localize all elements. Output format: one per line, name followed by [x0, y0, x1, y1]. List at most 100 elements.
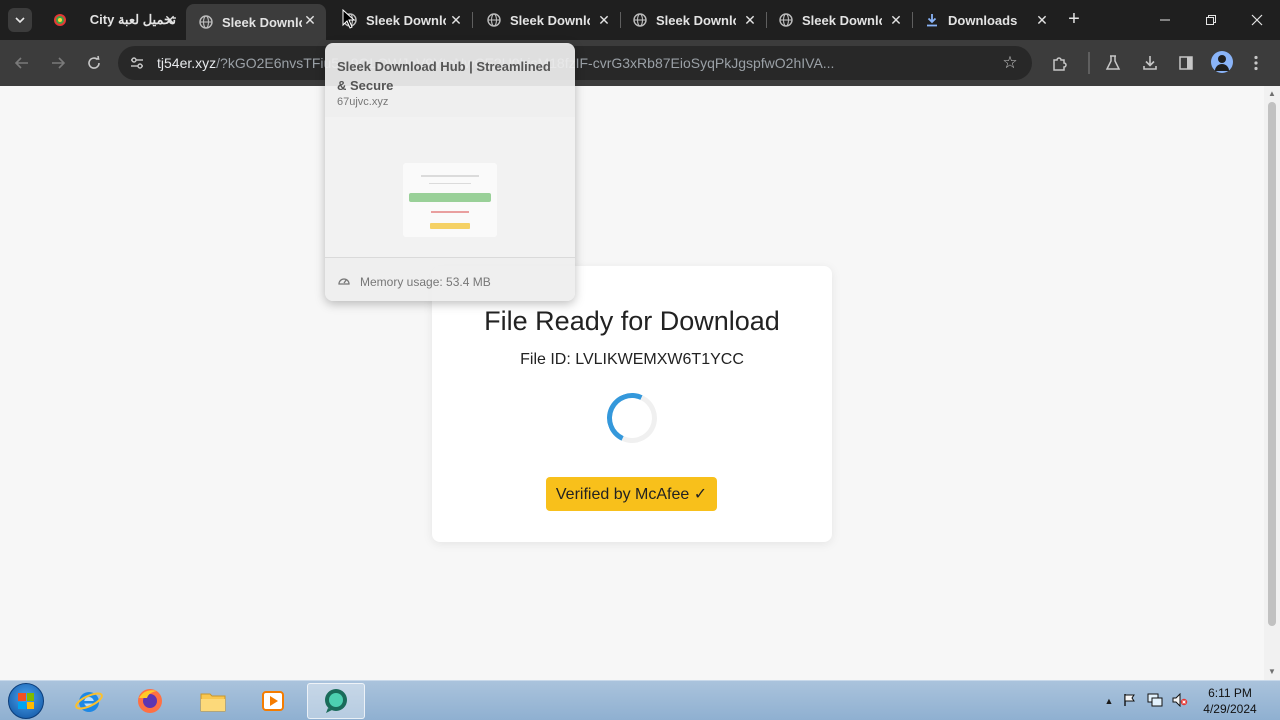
- back-button[interactable]: [10, 51, 34, 75]
- download-icon: [1143, 56, 1157, 70]
- scroll-down-arrow-icon[interactable]: ▼: [1267, 667, 1277, 677]
- tab-search-button[interactable]: [8, 8, 32, 32]
- browser-toolbar: tj54er.xyz/?kGO2E6nvsTFiu5...9QLQWJoV9Yt…: [0, 40, 1280, 86]
- arrow-left-icon: [14, 57, 28, 69]
- clock-date: 4/29/2024: [1203, 702, 1257, 716]
- mouse-pointer-icon: [342, 9, 356, 29]
- tab-title: Sleek Downlo: [802, 12, 882, 28]
- download-card: File Ready for Download File ID: LVLIKWE…: [432, 266, 832, 542]
- close-icon[interactable]: ✕: [302, 12, 318, 28]
- hover-card-thumbnail: [325, 117, 575, 257]
- globe-icon: [632, 12, 648, 28]
- internet-explorer-icon: [75, 692, 103, 712]
- globe-icon: [486, 12, 502, 28]
- new-tab-button[interactable]: +: [1064, 9, 1084, 30]
- page-title: File Ready for Download: [484, 306, 780, 336]
- tune-icon[interactable]: [128, 54, 146, 72]
- close-window-button[interactable]: [1234, 0, 1280, 40]
- memory-gauge-icon: [337, 274, 351, 288]
- tab-hover-card: Sleek Download Hub | Streamlined & Secur…: [325, 43, 575, 301]
- show-hidden-icons-icon[interactable]: ▲: [1101, 693, 1117, 709]
- close-icon[interactable]: ✕: [596, 12, 612, 28]
- puzzle-icon: [1053, 57, 1067, 71]
- reload-icon: [88, 55, 100, 69]
- download-icon: [924, 12, 940, 28]
- minimize-button[interactable]: [1142, 0, 1188, 40]
- memory-usage-text: Memory usage: 53.4 MB: [360, 275, 491, 289]
- taskbar-file-explorer[interactable]: [184, 683, 242, 719]
- page-content: File Ready for Download File ID: LVLIKWE…: [0, 86, 1264, 680]
- tab-4[interactable]: Sleek Downlo ✕: [474, 4, 621, 36]
- close-icon[interactable]: ✕: [888, 12, 904, 28]
- tab-title: Sleek Downlo: [366, 12, 446, 28]
- tab-title: Downloads: [948, 12, 1018, 28]
- volume-muted-icon[interactable]: [1172, 692, 1188, 709]
- restore-button[interactable]: [1188, 0, 1234, 40]
- side-panel-button[interactable]: [1174, 51, 1198, 75]
- close-icon: [1251, 14, 1263, 26]
- globe-icon: [778, 12, 794, 28]
- chat-bubble-icon: [325, 689, 347, 713]
- tab-strip: تحميل لعبة City ✕ Sleek Downlo ✕ Sleek D…: [0, 0, 1280, 40]
- windows-taskbar: ▲ 6:11 PM 4/29/2024: [0, 680, 1280, 720]
- taskbar-media-player[interactable]: [244, 683, 302, 719]
- bookmark-star-icon[interactable]: ☆: [1000, 53, 1020, 73]
- taskbar-active-app[interactable]: [307, 683, 365, 719]
- colorful-icon: [52, 12, 68, 28]
- hover-card-title: Sleek Download Hub | Streamlined & Secur…: [337, 59, 551, 93]
- taskbar-firefox[interactable]: [121, 683, 179, 719]
- restore-icon: [1206, 15, 1216, 25]
- tab-1[interactable]: تحميل لعبة City ✕: [40, 4, 187, 36]
- downloads-button[interactable]: [1138, 51, 1162, 75]
- vertical-scrollbar[interactable]: ▲ ▼: [1264, 86, 1280, 680]
- verified-mcafee-button[interactable]: Verified by McAfee ✓: [546, 477, 717, 511]
- menu-button[interactable]: [1244, 51, 1268, 75]
- tab-title: تحميل لعبة City: [89, 12, 176, 27]
- tab-title: Sleek Downlo: [510, 12, 590, 28]
- tab-title: Sleek Downlo: [656, 12, 736, 28]
- scroll-up-arrow-icon[interactable]: ▲: [1267, 89, 1277, 99]
- hover-card-divider: [325, 257, 575, 258]
- start-button[interactable]: [8, 683, 44, 719]
- side-panel-icon: [1179, 56, 1193, 70]
- tab-separator: [472, 12, 473, 28]
- file-id-text: File ID: LVLIKWEMXW6T1YCC: [520, 351, 744, 368]
- flask-icon: [1105, 55, 1121, 70]
- tab-5[interactable]: Sleek Downlo ✕: [620, 4, 767, 36]
- loading-spinner: [599, 385, 665, 451]
- toolbar-divider: [1088, 52, 1090, 74]
- tab-2[interactable]: Sleek Downlo ✕: [186, 4, 326, 40]
- url-host: tj54er.xyz: [157, 55, 217, 71]
- close-icon[interactable]: ✕: [162, 12, 178, 28]
- action-center-flag-icon[interactable]: [1122, 693, 1138, 709]
- minimize-icon: [1160, 19, 1170, 21]
- taskbar-clock[interactable]: 6:11 PM 4/29/2024: [1198, 685, 1262, 717]
- tab-title: Sleek Downlo: [222, 14, 302, 30]
- close-icon[interactable]: ✕: [448, 12, 464, 28]
- arrow-right-icon: [52, 57, 66, 69]
- reload-button[interactable]: [82, 51, 106, 75]
- network-icon[interactable]: [1147, 693, 1163, 709]
- thumbnail-preview: [403, 163, 497, 237]
- folder-icon: [200, 693, 226, 712]
- address-bar[interactable]: tj54er.xyz/?kGO2E6nvsTFiu5...9QLQWJoV9Yt…: [118, 46, 1032, 80]
- extensions-button[interactable]: [1048, 51, 1072, 75]
- taskbar-internet-explorer[interactable]: [60, 683, 118, 719]
- clock-time: 6:11 PM: [1208, 686, 1252, 700]
- close-icon[interactable]: ✕: [742, 12, 758, 28]
- forward-button[interactable]: [46, 51, 70, 75]
- close-icon[interactable]: ✕: [1034, 12, 1050, 28]
- chevron-down-icon: [15, 17, 25, 24]
- windows-logo-icon: [18, 693, 34, 709]
- scroll-thumb[interactable]: [1268, 102, 1276, 626]
- globe-icon: [198, 14, 214, 30]
- profile-avatar-icon[interactable]: [1211, 51, 1233, 73]
- firefox-icon: [138, 689, 162, 713]
- kebab-menu-icon: [1254, 55, 1258, 71]
- tab-7[interactable]: Downloads ✕: [912, 4, 1058, 36]
- media-player-icon: [262, 691, 284, 711]
- tab-6[interactable]: Sleek Downlo ✕: [766, 4, 913, 36]
- labs-button[interactable]: [1101, 51, 1125, 75]
- url-text[interactable]: tj54er.xyz/?kGO2E6nvsTFiu5...9QLQWJoV9Yt…: [157, 55, 997, 71]
- hover-card-domain: 67ujvc.xyz: [337, 96, 389, 108]
